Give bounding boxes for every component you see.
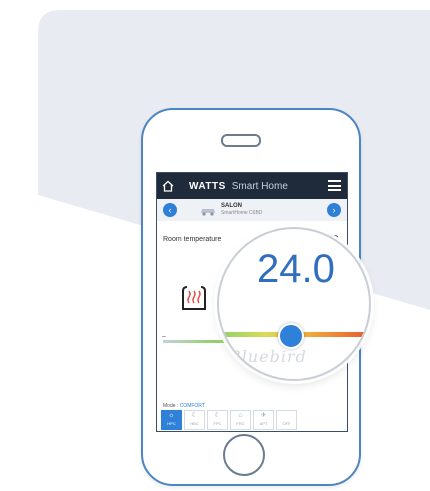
mode-option[interactable]: ✈ APT xyxy=(253,410,274,430)
top-bar: WATTS Smart Home xyxy=(157,173,347,199)
room-name: SALON xyxy=(221,203,242,209)
menu-icon[interactable] xyxy=(328,180,341,191)
brand-logo: WATTS xyxy=(189,180,226,192)
magnified-set-label: Set xyxy=(225,233,239,243)
mode-option[interactable]: OFF xyxy=(276,410,297,430)
mode-option[interactable]: ☾ HBC xyxy=(184,410,205,430)
app-title: Smart Home xyxy=(231,180,288,192)
decrease-button[interactable]: – xyxy=(162,333,166,340)
watermark: Bluebird xyxy=(229,347,307,366)
magnifier-zoom: Set 24.0 Bluebird xyxy=(217,227,371,381)
set-temperature-value: 24.0 xyxy=(257,247,335,291)
heater-icon xyxy=(182,286,206,310)
next-room-button[interactable]: › xyxy=(327,203,341,217)
room-temperature-label: Room temperature xyxy=(163,236,222,243)
mode-option[interactable]: ☼ HPC xyxy=(161,410,182,430)
room-subtitle: SmartHome C6BD xyxy=(221,210,263,216)
mode-option[interactable]: ☾ FPC xyxy=(207,410,228,430)
phone-speaker xyxy=(221,134,261,147)
prev-room-button[interactable]: ‹ xyxy=(163,203,177,217)
mode-label: Mode : COMFORT xyxy=(163,403,205,409)
mode-selector: ☼ HPC ☾ HBC ☾ FPC ⌂ FRC ✈ APT OFF xyxy=(161,410,343,430)
car-icon xyxy=(201,209,215,216)
room-selector: ‹ SALON SmartHome C6BD › xyxy=(157,199,347,221)
home-icon[interactable] xyxy=(157,173,179,199)
setpoint-slider-thumb[interactable] xyxy=(278,323,304,349)
phone-home-button[interactable] xyxy=(223,434,265,476)
mode-option[interactable]: ⌂ FRC xyxy=(230,410,251,430)
